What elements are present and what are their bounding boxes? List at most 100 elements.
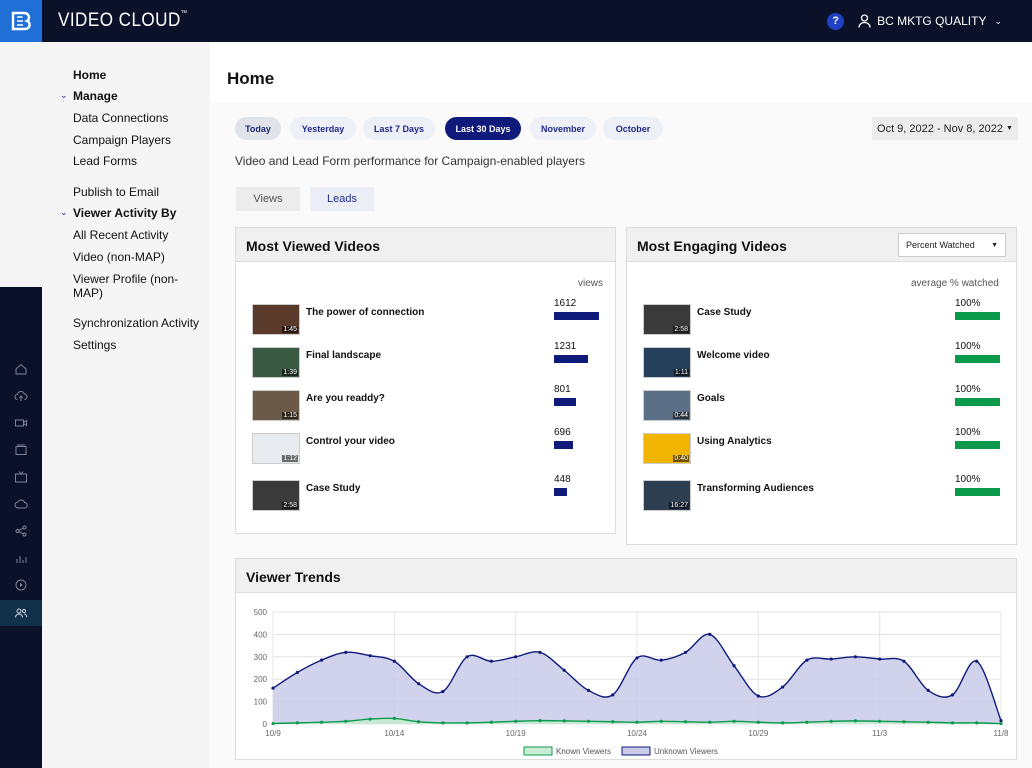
video-thumbnail[interactable]: 16:27 <box>643 480 691 511</box>
nav-publish-to-email[interactable]: Publish to Email <box>73 185 159 199</box>
table-row[interactable]: 2:58 Case Study 100% <box>643 298 1003 338</box>
unknown-viewers-point <box>295 670 299 675</box>
video-duration: 1:15 <box>282 412 298 419</box>
user-account-menu[interactable]: BC MKTG QUALITY <box>877 14 986 28</box>
known-viewers-point <box>514 719 518 723</box>
metric-value: 100% <box>955 384 981 395</box>
upload-cloud-icon[interactable] <box>14 389 28 403</box>
unknown-viewers-point <box>683 650 688 654</box>
video-thumbnail[interactable]: 1:45 <box>252 304 300 335</box>
media-library-icon[interactable] <box>14 443 28 457</box>
player-icon[interactable] <box>14 578 28 592</box>
range-last-30-days-button[interactable]: Last 30 Days <box>445 117 521 140</box>
icon-rail <box>0 287 42 768</box>
unknown-viewers-point <box>732 664 736 668</box>
metric-value: 1612 <box>554 298 577 309</box>
nav-viewer-activity-by[interactable]: Viewer Activity By <box>73 206 176 220</box>
table-row[interactable]: 1:15 Are you readdy? 801 <box>252 384 612 424</box>
nav-viewer-profile[interactable]: Viewer Profile (non- MAP) <box>73 272 178 300</box>
table-row[interactable]: 0:40 Using Analytics 100% <box>643 427 1003 467</box>
chevron-down-icon[interactable]: ⌄ <box>60 207 68 218</box>
table-row[interactable]: 0:44 Goals 100% <box>643 384 1003 424</box>
nav-campaign-players[interactable]: Campaign Players <box>73 133 171 147</box>
video-duration: 16:27 <box>669 502 689 509</box>
video-thumbnail[interactable]: 1:12 <box>252 433 300 464</box>
metric-bar <box>955 355 1000 363</box>
video-title[interactable]: Case Study <box>697 307 751 318</box>
range-today-button[interactable]: Today <box>235 117 281 140</box>
video-title[interactable]: Welcome video <box>697 350 770 361</box>
nav-all-recent-activity[interactable]: All Recent Activity <box>73 228 168 242</box>
video-title[interactable]: Final landscape <box>306 350 381 361</box>
nav-synchronization-activity[interactable]: Synchronization Activity <box>73 316 199 330</box>
video-thumbnail[interactable]: 2:58 <box>252 480 300 511</box>
video-thumbnail[interactable]: 0:44 <box>643 390 691 421</box>
video-camera-icon[interactable] <box>14 416 28 430</box>
metric-value: 100% <box>955 341 981 352</box>
video-thumbnail[interactable]: 2:58 <box>643 304 691 335</box>
table-row[interactable]: 2:58 Case Study 448 <box>252 474 612 514</box>
legend-label: Unknown Viewers <box>654 747 718 756</box>
metric-value: 100% <box>955 474 981 485</box>
nav-home[interactable]: Home <box>73 68 106 82</box>
nav-lead-forms[interactable]: Lead Forms <box>73 154 137 168</box>
unknown-viewers-point <box>829 657 833 661</box>
metric-bar <box>554 312 599 320</box>
range-october-button[interactable]: October <box>603 117 663 140</box>
range-last-7-days-button[interactable]: Last 7 Days <box>363 117 435 140</box>
home-icon[interactable] <box>14 362 28 376</box>
views-tab[interactable]: Views <box>236 187 300 211</box>
unknown-viewers-point <box>756 694 760 698</box>
leads-tab[interactable]: Leads <box>310 187 374 211</box>
video-title[interactable]: Goals <box>697 393 725 404</box>
unknown-viewers-point <box>417 682 421 686</box>
known-viewers-point <box>829 719 833 723</box>
video-thumbnail[interactable]: 1:15 <box>252 390 300 421</box>
table-row[interactable]: 1:45 The power of connection 1612 <box>252 298 612 338</box>
nav-settings[interactable]: Settings <box>73 338 116 352</box>
cloud-icon[interactable] <box>14 497 28 511</box>
video-title[interactable]: Control your video <box>306 436 395 447</box>
unknown-viewers-point <box>489 659 493 663</box>
nav-data-connections[interactable]: Data Connections <box>73 111 168 125</box>
range-yesterday-button[interactable]: Yesterday <box>290 117 356 140</box>
video-title[interactable]: Using Analytics <box>697 436 772 447</box>
known-viewers-point <box>853 719 858 723</box>
range-november-button[interactable]: November <box>530 117 596 140</box>
engagement-metric-select[interactable]: Percent Watched ▼ <box>898 233 1006 257</box>
video-title[interactable]: Transforming Audiences <box>697 483 814 494</box>
date-range-picker[interactable]: Oct 9, 2022 - Nov 8, 2022 ▼ <box>872 117 1018 140</box>
y-tick-label: 400 <box>254 630 268 639</box>
table-row[interactable]: 1:12 Control your video 696 <box>252 427 612 467</box>
video-title[interactable]: Are you readdy? <box>306 393 385 404</box>
table-row[interactable]: 16:27 Transforming Audiences 100% <box>643 474 1003 514</box>
unknown-viewers-point <box>271 686 275 690</box>
nav-manage[interactable]: Manage <box>73 89 118 103</box>
known-viewers-legend-swatch <box>523 746 553 756</box>
share-icon[interactable] <box>14 524 28 538</box>
live-tv-icon[interactable] <box>14 470 28 484</box>
analytics-icon[interactable] <box>14 551 28 565</box>
known-viewers-point <box>319 720 324 724</box>
nav-video-non-map[interactable]: Video (non-MAP) <box>73 250 165 264</box>
video-title[interactable]: Case Study <box>306 483 360 494</box>
video-thumbnail[interactable]: 1:11 <box>643 347 691 378</box>
video-thumbnail[interactable]: 1:39 <box>252 347 300 378</box>
brightcove-logo[interactable] <box>0 0 42 42</box>
table-row[interactable]: 1:11 Welcome video 100% <box>643 341 1003 381</box>
video-thumbnail[interactable]: 0:40 <box>643 433 691 464</box>
chevron-down-icon[interactable]: ⌄ <box>994 16 1002 27</box>
caret-down-icon: ▼ <box>1006 125 1013 132</box>
known-viewers-point <box>295 721 299 725</box>
x-tick-label: 10/24 <box>627 729 648 738</box>
known-viewers-point <box>489 720 493 724</box>
card-title: Most Viewed Videos <box>246 238 381 254</box>
unknown-viewers-point <box>659 658 663 662</box>
known-viewers-point <box>368 717 372 721</box>
table-row[interactable]: 1:39 Final landscape 1231 <box>252 341 612 381</box>
video-title[interactable]: The power of connection <box>306 307 424 318</box>
help-button[interactable]: ? <box>827 12 845 30</box>
audience-icon[interactable] <box>14 606 28 620</box>
known-viewers-point <box>999 721 1003 726</box>
chevron-down-icon[interactable]: ⌄ <box>60 90 68 101</box>
